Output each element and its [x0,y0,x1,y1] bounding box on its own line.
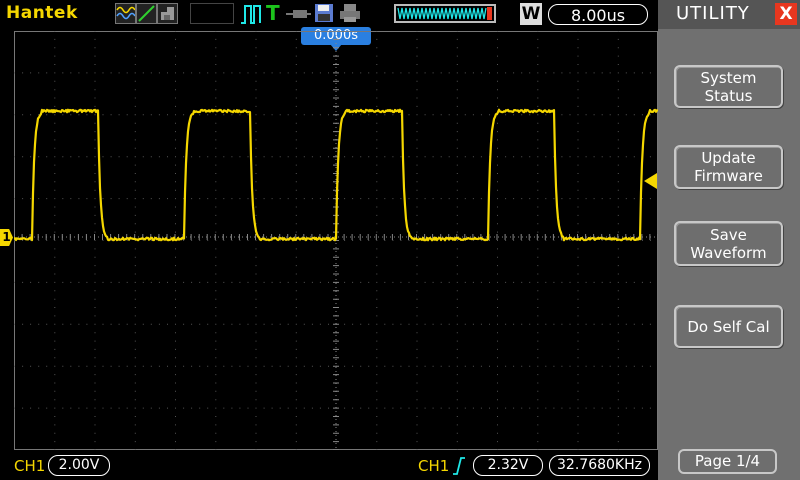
rising-edge-icon [452,456,466,480]
menu-title-bar: UTILITY X [658,0,800,29]
print-icon[interactable] [339,3,361,27]
waveform-mode-indicator: W [520,3,542,25]
update-firmware-button[interactable]: Update Firmware [674,145,783,189]
ch1-label: CH1 [14,457,45,475]
ch1-ground-marker[interactable]: 1 [0,229,13,246]
trigger-source-label: CH1 [418,457,449,475]
noise-mode-icon[interactable] [157,3,178,24]
frequency-readout: 32.7680KHz [549,455,650,476]
button-label-line2: Waveform [676,244,781,262]
run-pulse-icon [240,3,262,29]
waveform-display[interactable] [14,31,658,450]
save-waveform-button[interactable]: Save Waveform [674,221,783,266]
system-status-button[interactable]: System Status [674,65,783,108]
save-icon[interactable] [314,3,334,27]
trigger-level-marker-icon[interactable] [644,173,657,189]
brand-logo: Hantek [6,3,78,23]
utility-menu-panel: UTILITY X System Status Update Firmware … [658,0,800,480]
button-label-line2: Firmware [676,167,781,185]
timebase-readout: 8.00us [548,4,648,25]
status-bar: Hantek T W 8.00us [0,0,658,28]
display-slot [190,3,234,24]
bottom-status-bar: CH1 2.00V CH1 2.32V 32.7680KHz [0,452,658,480]
close-menu-button[interactable]: X [775,3,797,25]
button-label-line1: System [676,69,781,87]
do-self-cal-button[interactable]: Do Self Cal [674,305,783,348]
button-label-line1: Update [676,149,781,167]
menu-title: UTILITY [676,3,750,24]
memory-bar-icon [394,4,496,23]
acquire-mode-icons [115,3,178,24]
button-label-line1: Do Self Cal [676,318,781,336]
trigger-t-icon: T [266,1,280,25]
probe-icon [285,5,311,25]
button-label-line2: Status [676,87,781,105]
ch1-scale-readout: 2.00V [48,455,110,476]
trigger-level-readout: 2.32V [473,455,543,476]
page-indicator-button[interactable]: Page 1/4 [678,449,777,474]
button-label-line1: Save [676,226,781,244]
sine-wave-mode-icon[interactable] [115,3,136,24]
graticule [14,31,658,450]
ramp-mode-icon[interactable] [136,3,157,24]
